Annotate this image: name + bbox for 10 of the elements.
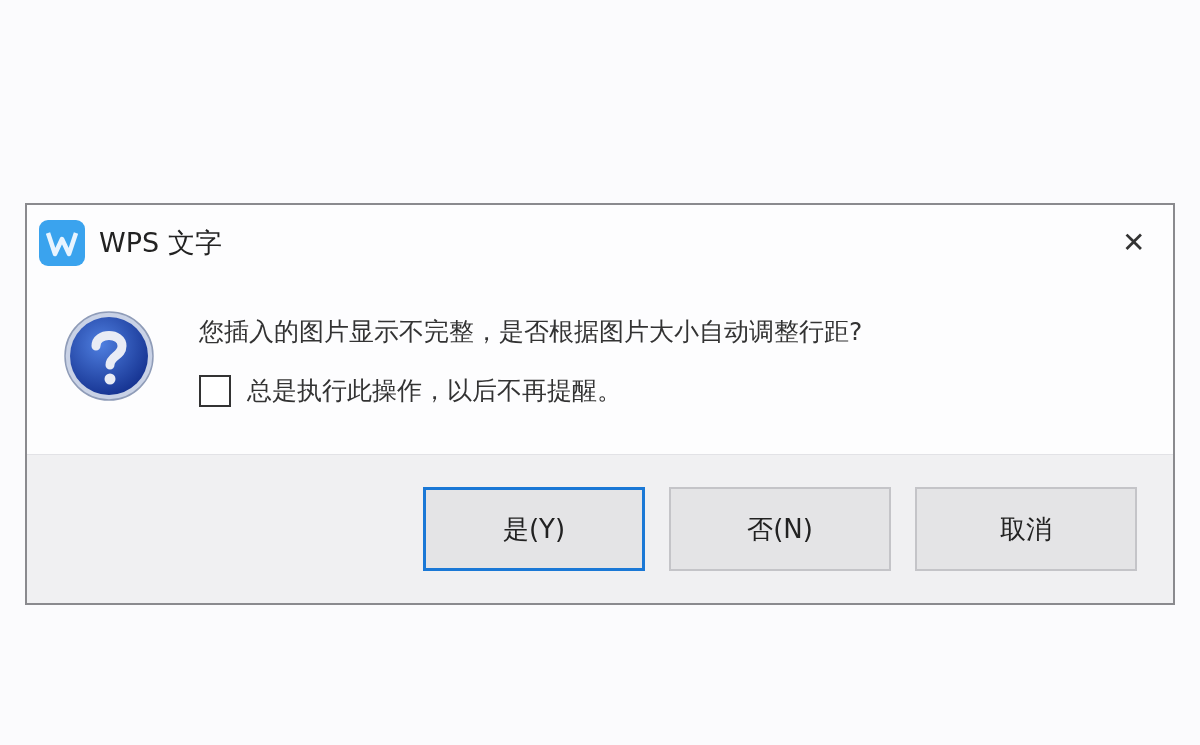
question-icon bbox=[63, 310, 155, 402]
message-text: 您插入的图片显示不完整，是否根据图片大小自动调整行距? bbox=[199, 316, 863, 348]
checkbox-label[interactable]: 总是执行此操作，以后不再提醒。 bbox=[247, 374, 622, 407]
dialog-button[interactable]: 否(N) bbox=[669, 487, 891, 571]
dialog-button[interactable]: 取消 bbox=[915, 487, 1137, 571]
checkbox[interactable] bbox=[199, 374, 231, 407]
window-title: WPS 文字 bbox=[99, 225, 223, 260]
app-logo-icon bbox=[39, 219, 85, 266]
dialog-button[interactable]: 是(Y) bbox=[423, 487, 645, 571]
close-button[interactable]: ✕ bbox=[1105, 217, 1161, 268]
